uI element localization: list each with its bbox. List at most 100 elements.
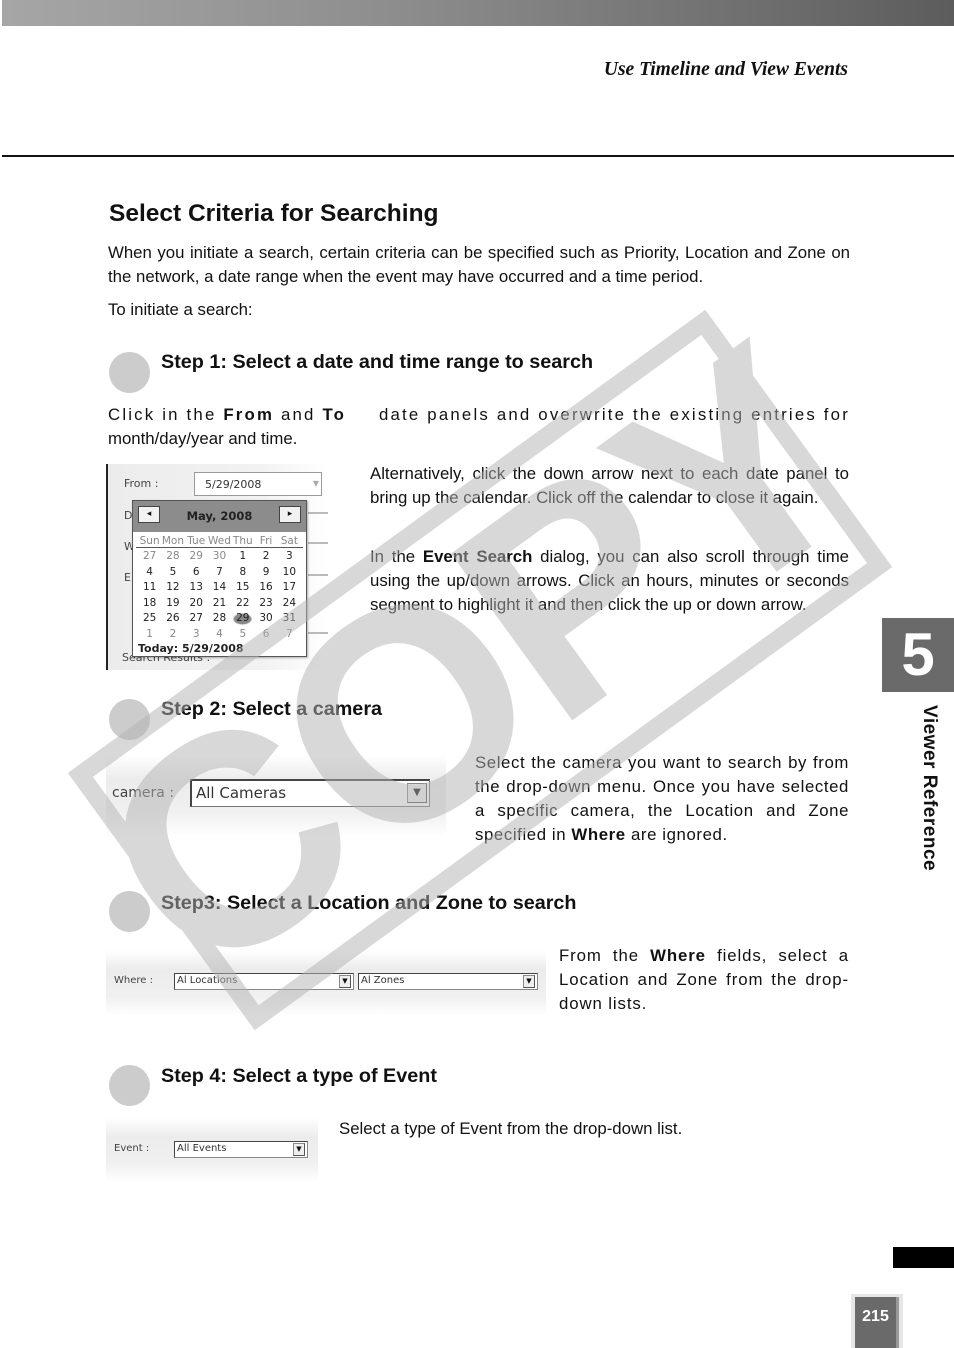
step-1-paragraph-c: In the Event Search dialog, you can also… [370,547,850,614]
calendar-day[interactable]: 19 [161,596,184,612]
calendar-day[interactable]: 12 [161,580,184,596]
page-marker [893,1247,954,1268]
step-1-paragraph-b: Alternatively, click the down arrow next… [370,464,849,507]
calendar-day[interactable]: 9 [254,565,277,581]
calendar-popup: ◂ May, 2008 ▸ Sun Mon Tue Wed Thu Fri Sat 27 28… [132,500,307,657]
header-bar [2,0,954,26]
weekday-label: Wed [208,535,231,547]
step-2-paragraph: Select the camera you want to search by … [475,753,849,844]
page-number: 215 [855,1297,899,1348]
calendar-day[interactable]: 4 [138,565,161,581]
step-bullet-icon [109,1065,150,1106]
calendar-day[interactable]: 30 [254,611,277,627]
calendar-day[interactable]: 4 [208,627,231,643]
calendar-day[interactable]: 26 [161,611,184,627]
calendar-day[interactable]: 5 [231,627,254,643]
calendar-day[interactable]: 28 [161,549,184,565]
step-bullet-icon [109,891,150,932]
today-link[interactable]: Today: 5/29/2008 [138,642,244,655]
event-type-dropdown[interactable]: All Events ▼ [174,1141,308,1158]
calendar-day[interactable]: 13 [185,580,208,596]
field-edge [308,574,328,576]
calendar-header: ◂ May, 2008 ▸ [133,501,306,532]
field-edge [308,512,328,514]
calendar-day[interactable]: 7 [278,627,301,643]
calendar-day[interactable]: 1 [231,549,254,565]
calendar-day[interactable]: 31 [278,611,301,627]
chapter-label: Viewer Reference [919,705,940,872]
calendar-day[interactable]: 14 [208,580,231,596]
zone-dropdown[interactable]: Al Zones ▼ [358,973,538,990]
calendar-day[interactable]: 6 [254,627,277,643]
calendar-day-grid: 27 28 29 30 1 2 3 4 5 6 7 8 9 10 11 12 13 14 15 16 17 18 19 20 2… [133,548,306,642]
calendar-day[interactable]: 2 [254,549,277,565]
calendar-day[interactable]: 3 [185,627,208,643]
step-bullet-icon [109,699,150,740]
header-rule [2,155,954,157]
from-dropdown-icon[interactable]: ▼ [313,479,319,488]
calendar-day[interactable]: 2 [161,627,184,643]
calendar-day[interactable]: 6 [185,565,208,581]
camera-dropdown[interactable]: All Cameras ▼ [190,779,430,807]
calendar-day[interactable]: 16 [254,580,277,596]
calendar-day[interactable]: 10 [278,565,301,581]
from-label: From : [124,477,159,490]
field-edge [308,632,328,634]
step-3-paragraph: From the Where fields, select a Location… [559,946,850,1013]
calendar-day[interactable]: 3 [278,549,301,565]
calendar-day[interactable]: 23 [254,596,277,612]
dropdown-arrow-icon[interactable]: ▼ [339,975,351,988]
step-4-paragraph: Select a type of Event from the drop-dow… [339,1119,683,1138]
calendar-day[interactable]: 11 [138,580,161,596]
section-title: Select Criteria for Searching [109,200,439,227]
weekday-label: Thu [232,535,253,547]
dropdown-arrow-icon[interactable]: ▼ [523,975,535,988]
calendar-day[interactable]: 8 [231,565,254,581]
step-1-title: Step 1: Select a date and time range to … [161,351,594,373]
calendar-screenshot: From : 5/29/2008 ▼ D W E Search Results … [106,464,328,670]
calendar-day[interactable]: 22 [231,596,254,612]
location-dropdown[interactable]: Al Locations ▼ [174,973,354,990]
calendar-day[interactable]: 1 [138,627,161,643]
next-month-button[interactable]: ▸ [279,506,301,523]
weekday-label: Mon [161,535,184,547]
chapter-number-tab: 5 [882,618,954,692]
camera-label: camera : [112,785,175,801]
event-label: Event : [114,1143,150,1154]
calendar-day[interactable]: 25 [138,611,161,627]
calendar-day[interactable]: 5 [161,565,184,581]
calendar-day[interactable]: 27 [185,611,208,627]
calendar-day[interactable]: 29 [231,611,255,627]
calendar-day[interactable]: 30 [208,549,231,565]
weekday-label: Sun [139,535,160,547]
partial-label: E [124,571,131,584]
event-screenshot: Event : All Events ▼ [106,1118,318,1182]
weekday-header: Sun Mon Tue Wed Thu Fri Sat [136,532,303,548]
running-title: Use Timeline and View Events [603,59,848,80]
calendar-day[interactable]: 15 [231,580,254,596]
calendar-day[interactable]: 20 [185,596,208,612]
calendar-day[interactable]: 7 [208,565,231,581]
calendar-day[interactable]: 27 [138,549,161,565]
calendar-day[interactable]: 18 [138,596,161,612]
intro-paragraph: When you initiate a search, certain crit… [108,243,850,286]
calendar-day[interactable]: 28 [208,611,231,627]
calendar-day[interactable]: 29 [185,549,208,565]
dropdown-arrow-icon[interactable]: ▼ [407,783,427,803]
where-screenshot: Where : Al Locations ▼ Al Zones ▼ [106,950,546,1016]
field-edge [308,542,328,544]
camera-screenshot: camera : All Cameras ▼ [106,755,446,837]
step-1-paragraph-a: Click in the From and To date panels and… [108,405,850,448]
step-2-title: Step 2: Select a camera [161,698,383,720]
weekday-label: Sat [280,535,298,547]
calendar-day[interactable]: 17 [278,580,301,596]
weekday-label: Tue [187,535,206,547]
from-date-field[interactable]: 5/29/2008 ▼ [194,472,322,496]
step-3-title: Step3: Select a Location and Zone to sea… [161,892,577,914]
dropdown-arrow-icon[interactable]: ▼ [293,1143,305,1156]
step-4-title: Step 4: Select a type of Event [161,1065,437,1087]
calendar-day[interactable]: 21 [208,596,231,612]
weekday-label: Fri [259,535,273,547]
where-label: Where : [114,975,153,986]
calendar-day[interactable]: 24 [278,596,301,612]
